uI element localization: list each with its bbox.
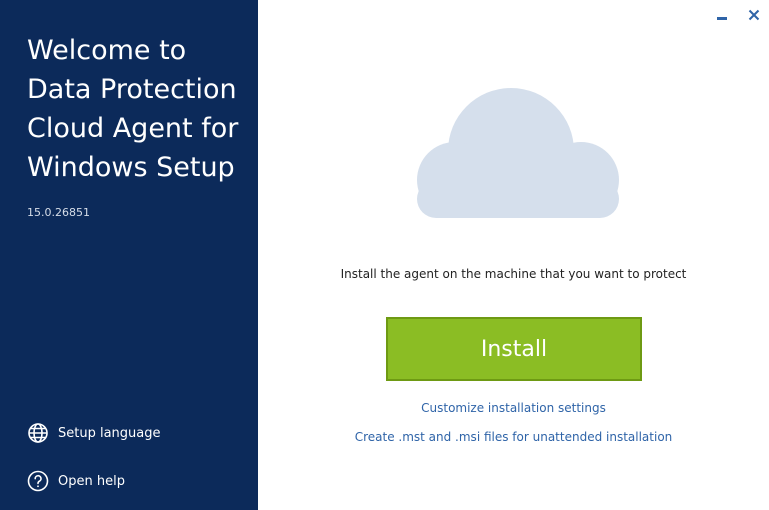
open-help-label: Open help bbox=[58, 473, 125, 489]
globe-icon bbox=[27, 422, 49, 444]
welcome-title-line: Data Protection bbox=[27, 74, 237, 105]
customize-settings-link[interactable]: Customize installation settings bbox=[258, 401, 769, 415]
open-help-link[interactable]: Open help bbox=[27, 469, 125, 493]
install-button[interactable]: Install bbox=[386, 317, 642, 381]
welcome-title: Welcome to Data Protection Cloud Agent f… bbox=[27, 31, 252, 187]
question-circle-icon bbox=[27, 470, 49, 492]
close-button[interactable] bbox=[745, 6, 763, 24]
minimize-icon bbox=[716, 6, 728, 25]
version-label: 15.0.26851 bbox=[27, 206, 90, 219]
create-mst-msi-link[interactable]: Create .mst and .msi files for unattende… bbox=[258, 430, 769, 444]
cloud-icon bbox=[405, 88, 625, 222]
setup-language-label: Setup language bbox=[58, 425, 161, 441]
minimize-button[interactable] bbox=[713, 6, 731, 24]
welcome-title-line: Windows Setup bbox=[27, 152, 235, 183]
sidebar: Welcome to Data Protection Cloud Agent f… bbox=[0, 0, 258, 510]
install-prompt: Install the agent on the machine that yo… bbox=[340, 267, 687, 281]
setup-language-link[interactable]: Setup language bbox=[27, 421, 161, 445]
close-icon bbox=[748, 6, 760, 25]
welcome-title-line: Welcome to bbox=[27, 35, 187, 66]
welcome-title-line: Cloud Agent for bbox=[27, 113, 239, 144]
